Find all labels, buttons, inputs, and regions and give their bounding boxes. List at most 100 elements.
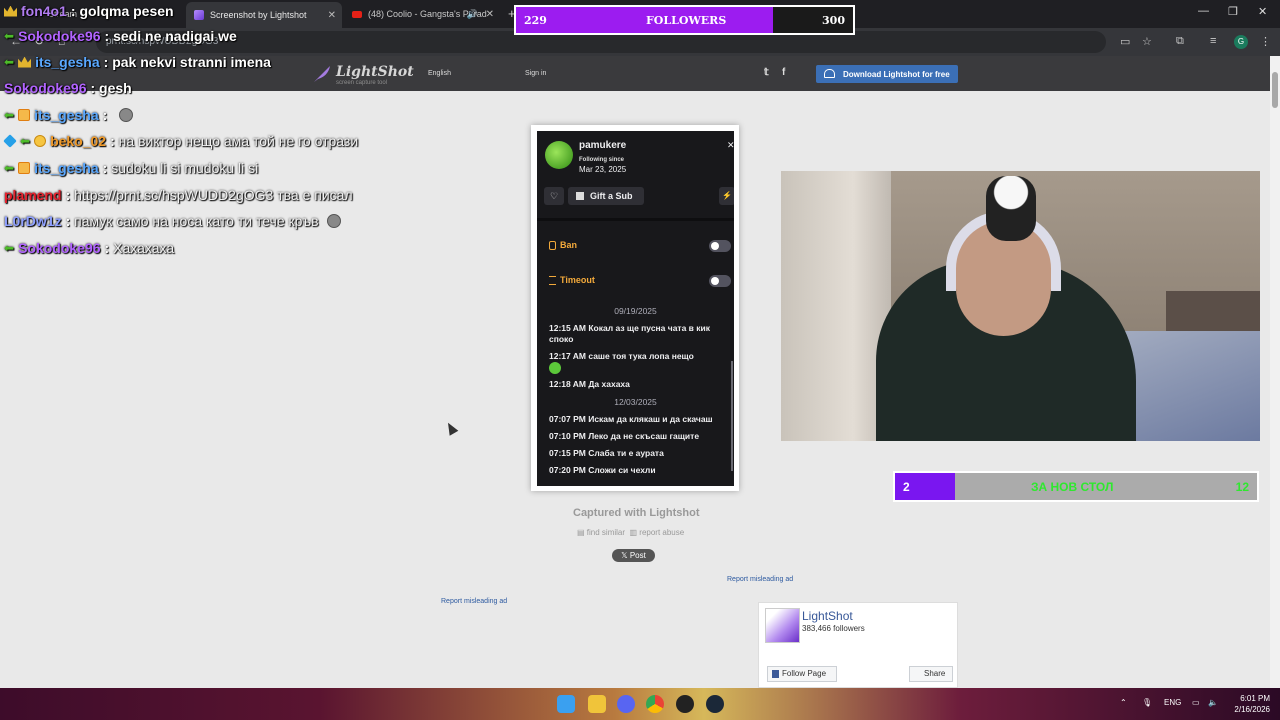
stool-label: ЗА НОВ СТОЛ [1031, 480, 1114, 494]
reading-list-icon[interactable]: ≡ [1210, 35, 1216, 47]
network-icon[interactable]: ▭ [1192, 698, 1200, 707]
brand-name: LightShot [336, 64, 414, 80]
report-ad-link[interactable]: Report misleading ad [441, 598, 507, 605]
file-explorer-icon[interactable] [588, 695, 606, 713]
chat-message: fon4o1: golqma pesen [4, 0, 174, 22]
profile-username: pamukere [579, 140, 627, 151]
chat-history-message: 07:15 PM Слаба ти е аурата [549, 448, 664, 458]
emote-icon [119, 108, 134, 122]
chat-message: ⬅ its_gesha: [4, 104, 134, 126]
close-tab-icon[interactable]: ✕ [486, 9, 494, 20]
chat-username[interactable]: its_gesha [34, 107, 99, 123]
download-button[interactable]: Download Lightshot for free [816, 65, 958, 83]
bookmark-star-icon[interactable]: ☆ [1142, 35, 1152, 48]
heart-icon: ♡ [544, 187, 564, 205]
image-links: ▤ find similar ▥ report abuse [577, 528, 684, 537]
stool-goal-bar: 2 ЗА НОВ СТОЛ 12 [893, 471, 1259, 502]
obs-icon[interactable] [676, 695, 694, 713]
menu-dots-icon[interactable]: ⋮ [1260, 35, 1271, 48]
find-similar-link[interactable]: find similar [587, 528, 625, 537]
arrow-badge-icon: ⬅ [20, 134, 31, 148]
ban-toggle [709, 240, 731, 252]
chat-message-text: gesh [99, 80, 132, 96]
start-icon[interactable] [557, 695, 575, 713]
chat-separator: : [110, 133, 119, 149]
chat-message: ⬅ Sokodoke96: Хахахаха [4, 237, 174, 259]
cast-icon[interactable]: ▭ [1120, 35, 1130, 48]
fb-followers-count: 383,466 followers [802, 624, 865, 633]
followers-label: FOLLOWERS [646, 14, 727, 27]
chat-message-text: sedi ne nadigai we [113, 28, 237, 44]
close-tab-icon[interactable]: ✕ [328, 10, 336, 21]
chat-separator: : [65, 213, 75, 229]
report-abuse-icon: ▥ [629, 528, 638, 537]
emote-icon [326, 214, 341, 228]
facebook-icon[interactable]: f [782, 67, 785, 78]
close-window-icon[interactable]: ✕ [1258, 5, 1267, 18]
arrow-badge-icon: ⬅ [4, 29, 15, 43]
chat-history-message: 07:20 PM Сложи си чехли [549, 465, 656, 475]
chat-username[interactable]: Sokodoke96 [18, 240, 100, 256]
steam-icon[interactable] [706, 695, 724, 713]
follow-page-button[interactable]: Follow Page [767, 666, 837, 682]
gift-label: Gift a Sub [590, 191, 633, 201]
language-indicator[interactable]: ENG [1164, 698, 1181, 707]
download-icon [824, 69, 835, 78]
download-label: Download Lightshot for free [843, 69, 950, 79]
share-button[interactable]: Share [909, 666, 953, 682]
volume-icon[interactable]: 🔈 [1208, 698, 1218, 707]
speaker-icon[interactable]: 🔊 [467, 9, 478, 20]
tray-expand-icon[interactable]: ⌃ [1120, 698, 1127, 707]
chat-username[interactable]: L0rDw1z [4, 213, 62, 229]
arrow-badge-icon: ⬅ [4, 108, 15, 122]
webcam-feed [781, 171, 1260, 441]
extensions-icon[interactable]: ⧉ [1176, 35, 1184, 48]
youtube-favicon-icon [352, 10, 362, 18]
date-separator: 12/03/2025 [614, 397, 657, 407]
chat-message: ⬅ Sokodoke96: sedi ne nadigai we [4, 25, 237, 47]
user-avatar [545, 141, 573, 169]
chat-message: Sokodoke96: gesh [4, 77, 132, 99]
chat-username[interactable]: plamend [4, 187, 62, 203]
following-date: Mar 23, 2025 [579, 165, 627, 174]
chat-history-message: 12:17 AM саше тоя тука лопа нещо [549, 351, 731, 374]
chat-username[interactable]: its_gesha [35, 54, 100, 70]
plush-toy [986, 176, 1036, 241]
twitter-icon[interactable]: 𝕥 [764, 67, 769, 78]
chat-username[interactable]: Sokodoke96 [4, 80, 86, 96]
chat-message-text: sudoku li si mudoku li si [111, 160, 259, 176]
chat-username[interactable]: beko_02 [50, 133, 106, 149]
report-abuse-link[interactable]: report abuse [639, 528, 684, 537]
scrollbar-thumb[interactable] [1272, 72, 1278, 108]
x-post-button[interactable]: 𝕏 Post [612, 549, 655, 562]
tab-label: Screenshot by Lightshot [210, 10, 307, 20]
arrow-badge-icon: ⬅ [4, 55, 15, 69]
date-separator: 09/19/2025 [614, 306, 657, 316]
lightshot-logo[interactable]: LightShot screen capture tool [312, 64, 414, 86]
page-scrollbar[interactable] [1270, 56, 1280, 688]
chrome-icon[interactable] [646, 695, 664, 713]
profile-avatar[interactable]: G [1234, 35, 1248, 49]
chat-message-text: Хахахаха [113, 240, 175, 256]
lightshot-page-logo[interactable] [765, 608, 800, 643]
cube-badge-icon [3, 134, 17, 148]
clock-time: 6:01 PM [1240, 694, 1270, 703]
chat-username[interactable]: its_gesha [34, 160, 99, 176]
chat-message-text: на виктор нещо ама той не го отрази [118, 133, 359, 149]
language-select[interactable]: English [428, 70, 451, 77]
tab-youtube[interactable]: (48) Coolio - Gangsta's Parad 🔊 ✕ [344, 3, 500, 25]
sign-in-link[interactable]: Sign in [525, 70, 546, 77]
chat-username[interactable]: fon4o1 [21, 3, 67, 19]
arrow-badge-icon: ⬅ [4, 241, 15, 255]
chat-separator: : [102, 160, 112, 176]
restore-icon[interactable]: ❐ [1228, 5, 1238, 18]
system-clock[interactable]: 6:01 PM 2/16/2026 [1226, 693, 1270, 715]
discord-icon[interactable] [617, 695, 635, 713]
microphone-icon[interactable]: 🎙 [1142, 698, 1152, 707]
chat-message: ⬅ its_gesha: sudoku li si mudoku li si [4, 157, 258, 179]
gift-icon [576, 192, 584, 200]
report-ad-link[interactable]: Report misleading ad [727, 576, 793, 583]
chat-username[interactable]: Sokodoke96 [18, 28, 100, 44]
fb-page-name[interactable]: LightShot [802, 609, 853, 623]
minimize-icon[interactable]: — [1198, 5, 1209, 17]
